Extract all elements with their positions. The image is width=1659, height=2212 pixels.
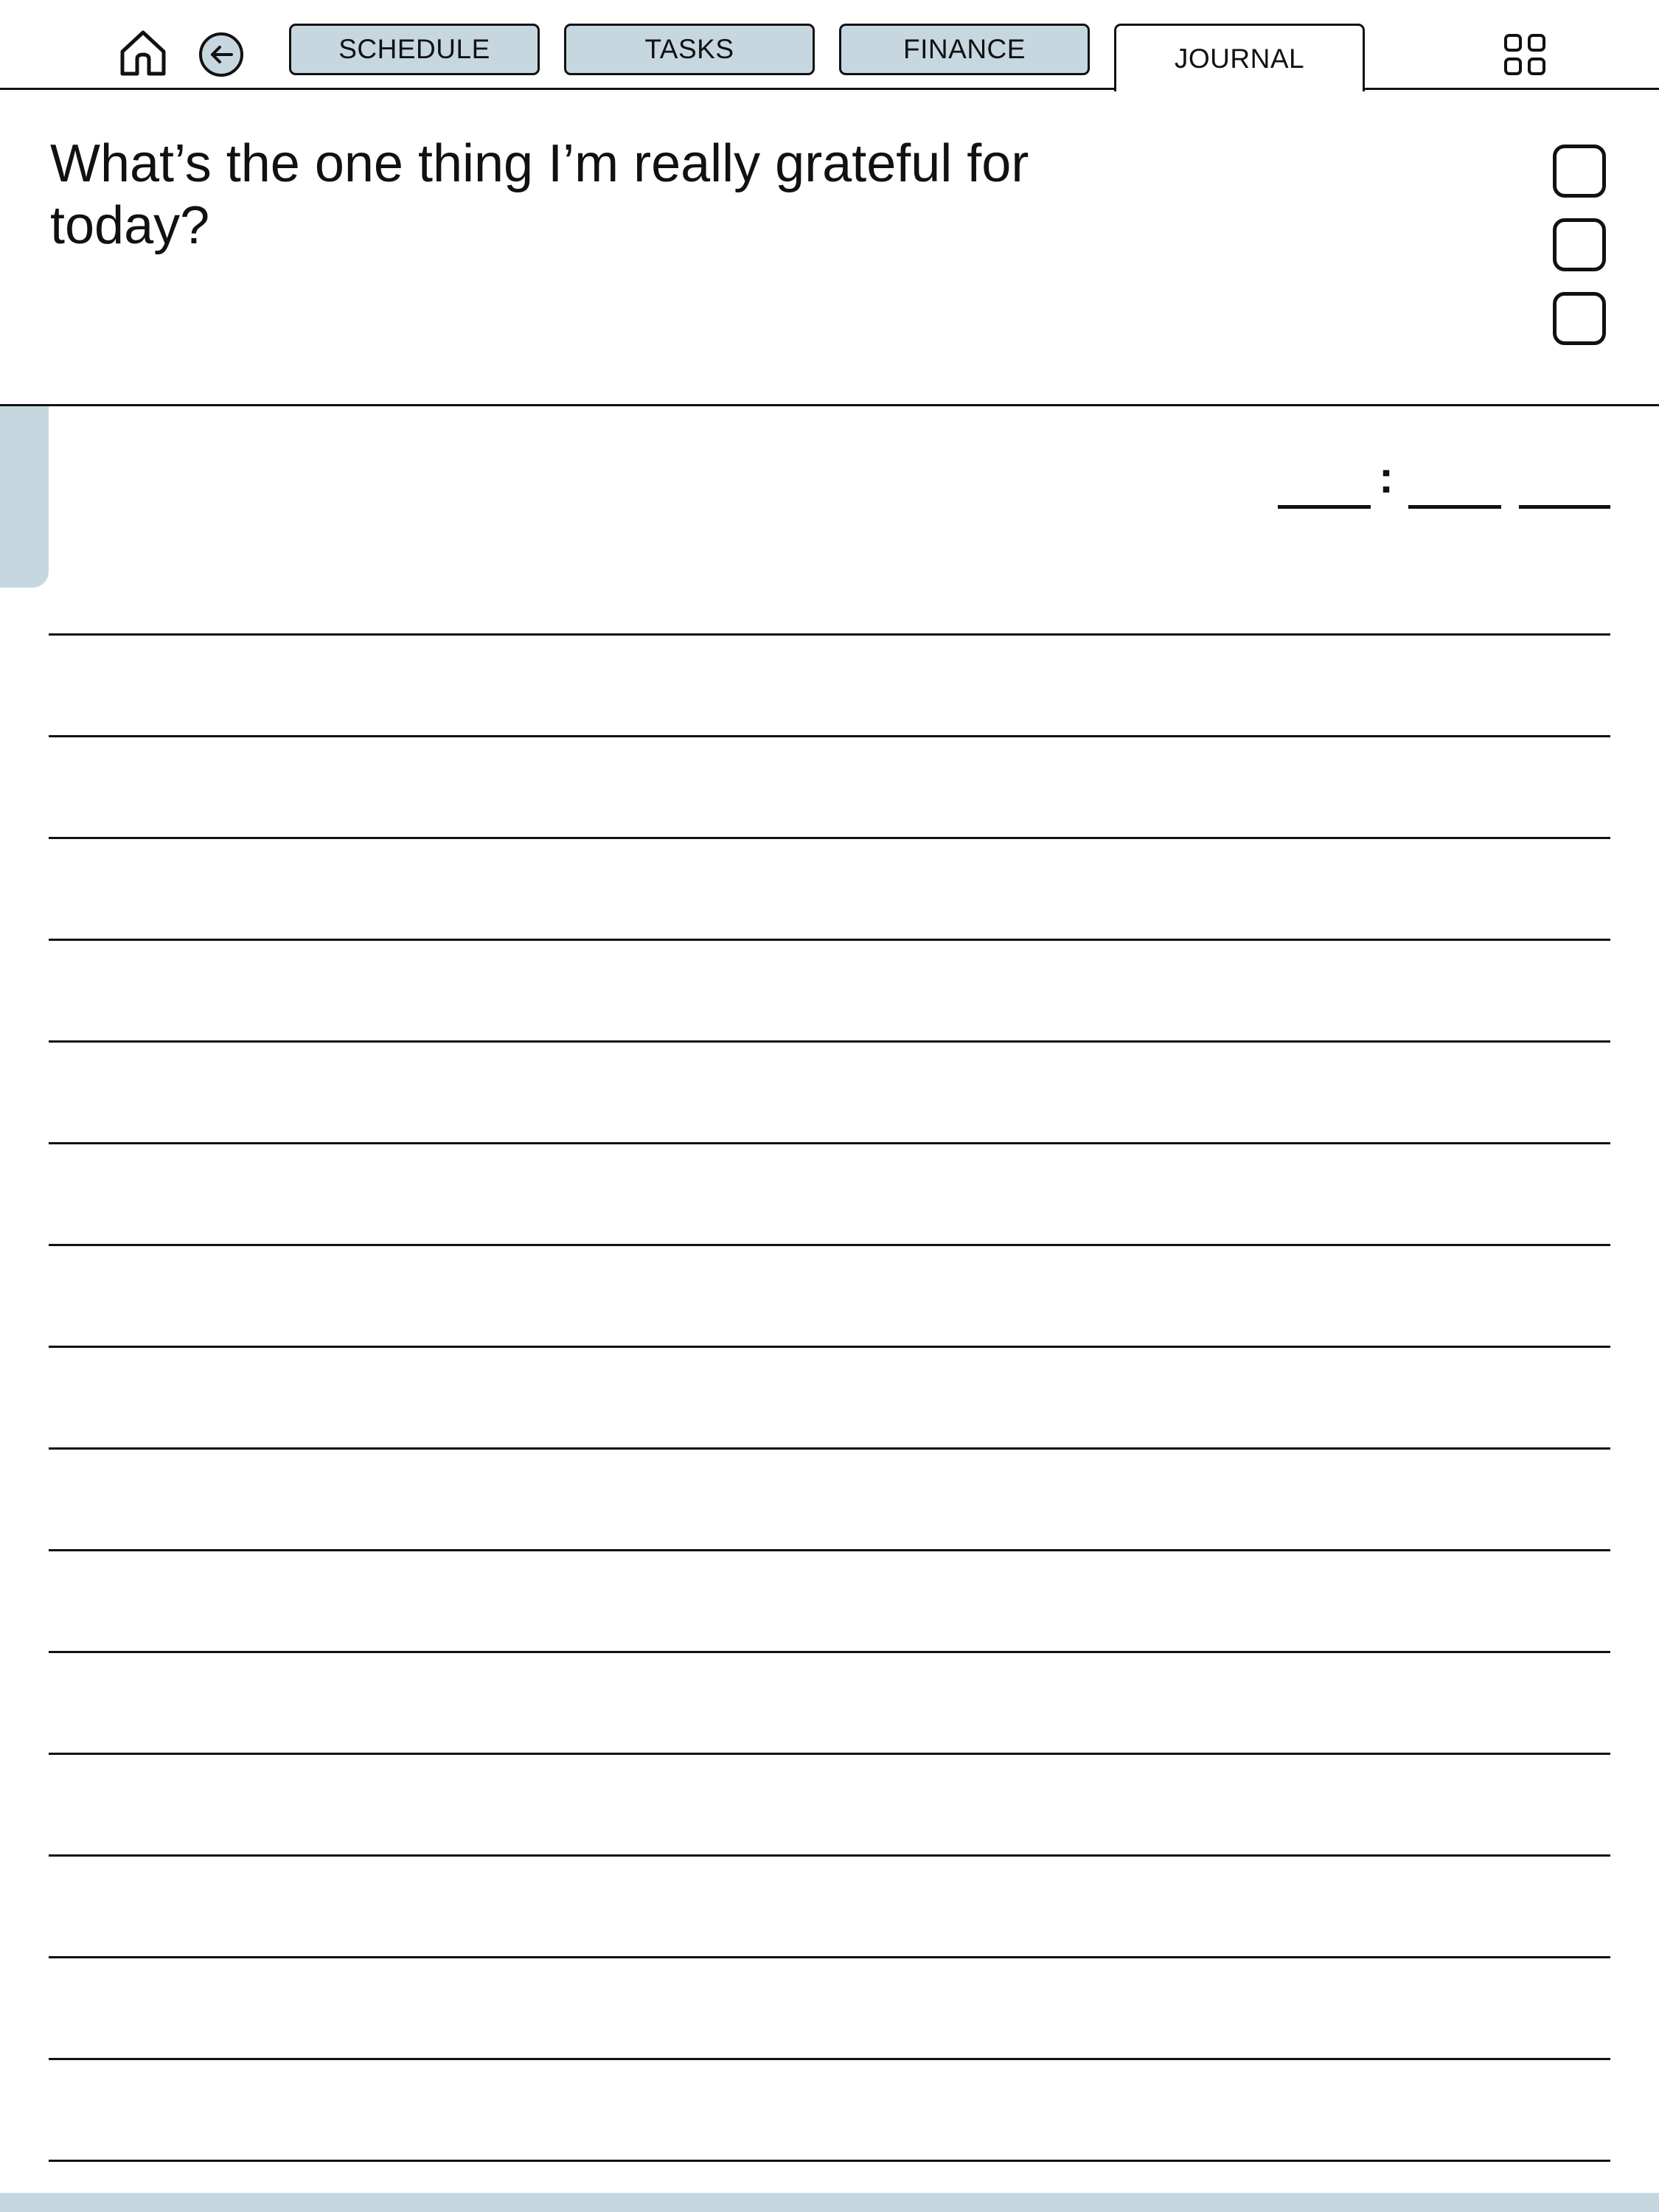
writing-line[interactable] <box>49 1040 1610 1043</box>
writing-line[interactable] <box>49 633 1610 636</box>
tab-tasks[interactable]: TASKS <box>564 24 815 75</box>
back-arrow-icon[interactable] <box>198 31 245 78</box>
writing-line[interactable] <box>49 1142 1610 1144</box>
rating-checkbox-2[interactable] <box>1553 218 1606 271</box>
writing-line[interactable] <box>49 1346 1610 1348</box>
writing-line[interactable] <box>49 1651 1610 1653</box>
time-separator: : <box>1379 453 1394 502</box>
top-navigation: SCHEDULE TASKS FINANCE JOURNAL <box>0 0 1659 91</box>
time-ampm-blank[interactable] <box>1519 505 1610 509</box>
writing-line[interactable] <box>49 2160 1610 2162</box>
writing-line[interactable] <box>49 1244 1610 1246</box>
section-divider <box>0 404 1659 406</box>
prompt-section: What’s the one thing I’m really grateful… <box>0 90 1659 406</box>
writing-line[interactable] <box>49 1753 1610 1755</box>
grid-menu-icon[interactable] <box>1501 31 1548 78</box>
rating-checkbox-3[interactable] <box>1553 292 1606 345</box>
writing-line[interactable] <box>49 2058 1610 2060</box>
time-hours-blank[interactable] <box>1278 505 1371 509</box>
side-tab[interactable] <box>0 406 49 588</box>
rating-checkbox-1[interactable] <box>1553 145 1606 198</box>
writing-line[interactable] <box>49 1447 1610 1450</box>
writing-line[interactable] <box>49 1854 1610 1857</box>
writing-line[interactable] <box>49 837 1610 839</box>
home-icon[interactable] <box>116 27 170 80</box>
writing-line[interactable] <box>49 1956 1610 1958</box>
writing-line[interactable] <box>49 939 1610 941</box>
writing-line[interactable] <box>49 1549 1610 1551</box>
bottom-bar <box>0 2193 1659 2212</box>
writing-line[interactable] <box>49 735 1610 737</box>
tab-journal[interactable]: JOURNAL <box>1114 24 1365 91</box>
tab-finance[interactable]: FINANCE <box>839 24 1090 75</box>
time-minutes-blank[interactable] <box>1408 505 1501 509</box>
tab-schedule[interactable]: SCHEDULE <box>289 24 540 75</box>
journal-prompt: What’s the one thing I’m really grateful… <box>50 134 1029 255</box>
